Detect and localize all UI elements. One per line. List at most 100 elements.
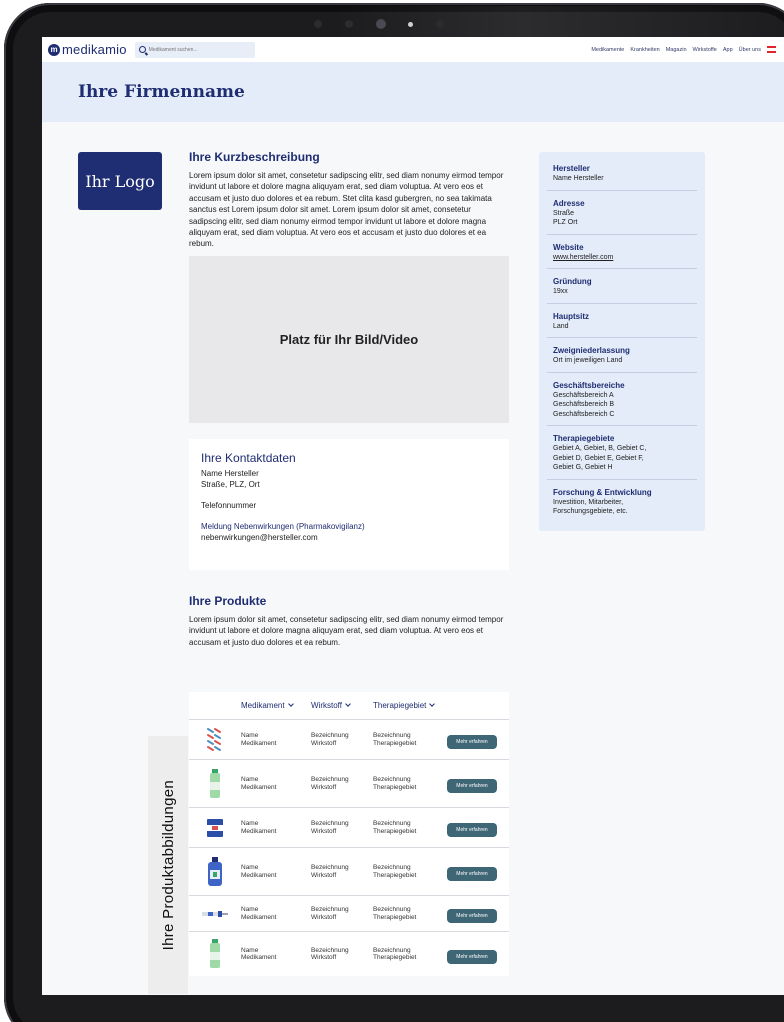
info-item-therapiegebiete: Therapiegebiete Gebiet A, Gebiet, B, Geb… [547,426,697,480]
info-value: Geschäftsbereich C [553,410,615,418]
top-navigation: m medikamio Medikamente Krankheiten Maga… [42,37,784,62]
column-header: Wirkstoff [311,701,342,710]
info-item-zweigniederlassung: Zweigniederlassung Ort im jeweiligen Lan… [547,338,697,373]
product-name-line2: Medikament [241,954,277,961]
contact-email[interactable]: nebenwirkungen@hersteller.com [201,532,497,543]
wirkstoff-line2: Wirkstoff [311,871,337,879]
therapy-line2: Therapiegebiet [373,783,417,791]
media-placeholder[interactable]: Platz für Ihr Bild/Video [189,255,509,423]
info-value: Geschäftsbereich B [553,401,615,408]
product-name-line1: Name [241,820,259,827]
product-name-line1: Name [241,946,259,954]
chevron-down-icon [429,701,436,707]
more-info-button[interactable]: Mehr erfahren [447,823,497,837]
search-input[interactable] [148,46,249,53]
product-name-line2: Medikament [241,783,277,791]
info-label: Adresse [553,198,585,208]
product-name-line1: Name [241,864,259,871]
more-info-button[interactable]: Mehr erfahren [447,779,497,793]
website-link[interactable]: www.hersteller.com [553,253,691,263]
table-row: Name Medikament Bezeichnung Wirkstoff Beze… [189,808,509,848]
side-effects-label: Meldung Nebenwirkungen (Pharmakovigilanz… [201,521,365,531]
info-label: Website [553,242,584,252]
info-value: Straße [553,209,575,217]
info-value: Land [553,322,569,330]
table-row: Name Medikament Bezeichnung Wirkstoff Beze… [189,760,509,808]
wirkstoff-line2: Wirkstoff [311,913,337,921]
info-label: Hauptsitz [553,311,589,321]
sort-therapiegebiet[interactable]: Therapiegebiet [373,701,447,710]
company-header: Ihre Firmenname [42,62,784,122]
info-value: Geschäftsbereich A [553,391,614,399]
blister-pack-icon [189,726,241,754]
product-name-line1: Name [241,906,259,913]
table-row: Name Medikament Bezeichnung Wirkstoff Beze… [189,932,509,976]
therapy-line2: Therapiegebiet [373,913,417,921]
nav-link-ueber-uns[interactable]: Über uns [739,47,761,53]
nav-links: Medikamente Krankheiten Magazin Wirkstof… [591,46,776,53]
more-info-button[interactable]: Mehr erfahren [447,735,497,749]
info-item-website: Website www.hersteller.com [547,235,697,269]
column-header: Therapiegebiet [373,701,427,710]
wirkstoff-line1: Bezeichnung [311,820,349,827]
sort-medikament[interactable]: Medikament [241,701,311,710]
intro-title: Ihre Kurzbeschreibung [189,150,320,164]
sensor-dot [344,20,353,28]
product-images-label: Ihre Produktabbildungen [159,779,177,951]
info-label: Hersteller [553,164,590,173]
info-item-hersteller: Hersteller Name Hersteller [547,156,697,191]
wirkstoff-line1: Bezeichnung [311,946,349,954]
info-value: Gebiet D, Gebiet E, Gebiet F, [553,454,644,462]
nav-link-wirkstoffe[interactable]: Wirkstoffe [693,47,717,53]
search-bar[interactable] [134,41,255,58]
therapy-line1: Bezeichnung [373,864,411,871]
nav-link-app[interactable]: App [723,47,733,53]
sensor-dot [314,20,322,28]
contact-address: Straße, PLZ, Ort [201,479,260,489]
therapy-line1: Bezeichnung [373,732,411,739]
more-info-button[interactable]: Mehr erfahren [447,909,497,923]
brand-logo[interactable]: m medikamio [48,42,127,57]
info-label: Geschäftsbereiche [553,380,625,390]
camera-icon [375,19,386,29]
more-info-button[interactable]: Mehr erfahren [447,867,497,881]
product-name-line2: Medikament [241,827,277,835]
wirkstoff-line2: Wirkstoff [311,739,337,747]
therapy-line1: Bezeichnung [373,820,411,827]
wirkstoff-line1: Bezeichnung [311,732,349,739]
product-images-tab: Ihre Produktabbildungen [148,736,188,994]
product-name-line2: Medikament [241,739,277,747]
info-item-hauptsitz: Hauptsitz Land [547,304,697,338]
products-section: Ihre Produkte Lorem ipsum dolor sit amet… [189,594,509,648]
product-name-line1: Name [241,776,259,783]
info-item-adresse: Adresse Straße PLZ Ort [547,191,697,235]
therapy-line2: Therapiegebiet [373,871,417,879]
sort-wirkstoff[interactable]: Wirkstoff [311,701,373,710]
austria-flag-icon[interactable] [767,46,776,53]
wirkstoff-line2: Wirkstoff [311,954,337,961]
company-info-panel: Hersteller Name Hersteller Adresse Straß… [539,152,705,531]
product-name-line1: Name [241,732,259,739]
contact-title: Ihre Kontaktdaten [201,450,296,465]
company-logo-placeholder: Ihr Logo [78,152,162,210]
main-column: Ihre Kurzbeschreibung Lorem ipsum dolor … [189,150,509,648]
info-label: Zweigniederlassung [553,346,630,355]
product-table: Medikament Wirkstoff Therapiegebiet Name… [189,692,509,976]
green-bottle-icon [189,938,241,970]
info-label: Gründung [553,277,592,286]
brand-mark-icon: m [48,43,60,56]
blue-bottle-icon [189,856,241,888]
more-info-button[interactable]: Mehr erfahren [447,949,497,964]
nav-link-krankheiten[interactable]: Krankheiten [630,47,659,53]
green-bottle-icon [189,768,241,800]
chevron-down-icon [287,701,294,707]
nav-link-magazin[interactable]: Magazin [666,47,687,53]
brand-name: medikamio [62,42,127,57]
wirkstoff-line1: Bezeichnung [311,864,349,871]
info-value: 19xx [553,288,568,295]
products-title: Ihre Produkte [189,593,267,608]
info-value: Gebiet A, Gebiet, B, Gebiet C, [553,445,647,452]
nav-link-medikamente[interactable]: Medikamente [591,47,624,53]
table-row: Name Medikament Bezeichnung Wirkstoff Beze… [189,848,509,896]
info-item-gruendung: Gründung 19xx [547,269,697,304]
